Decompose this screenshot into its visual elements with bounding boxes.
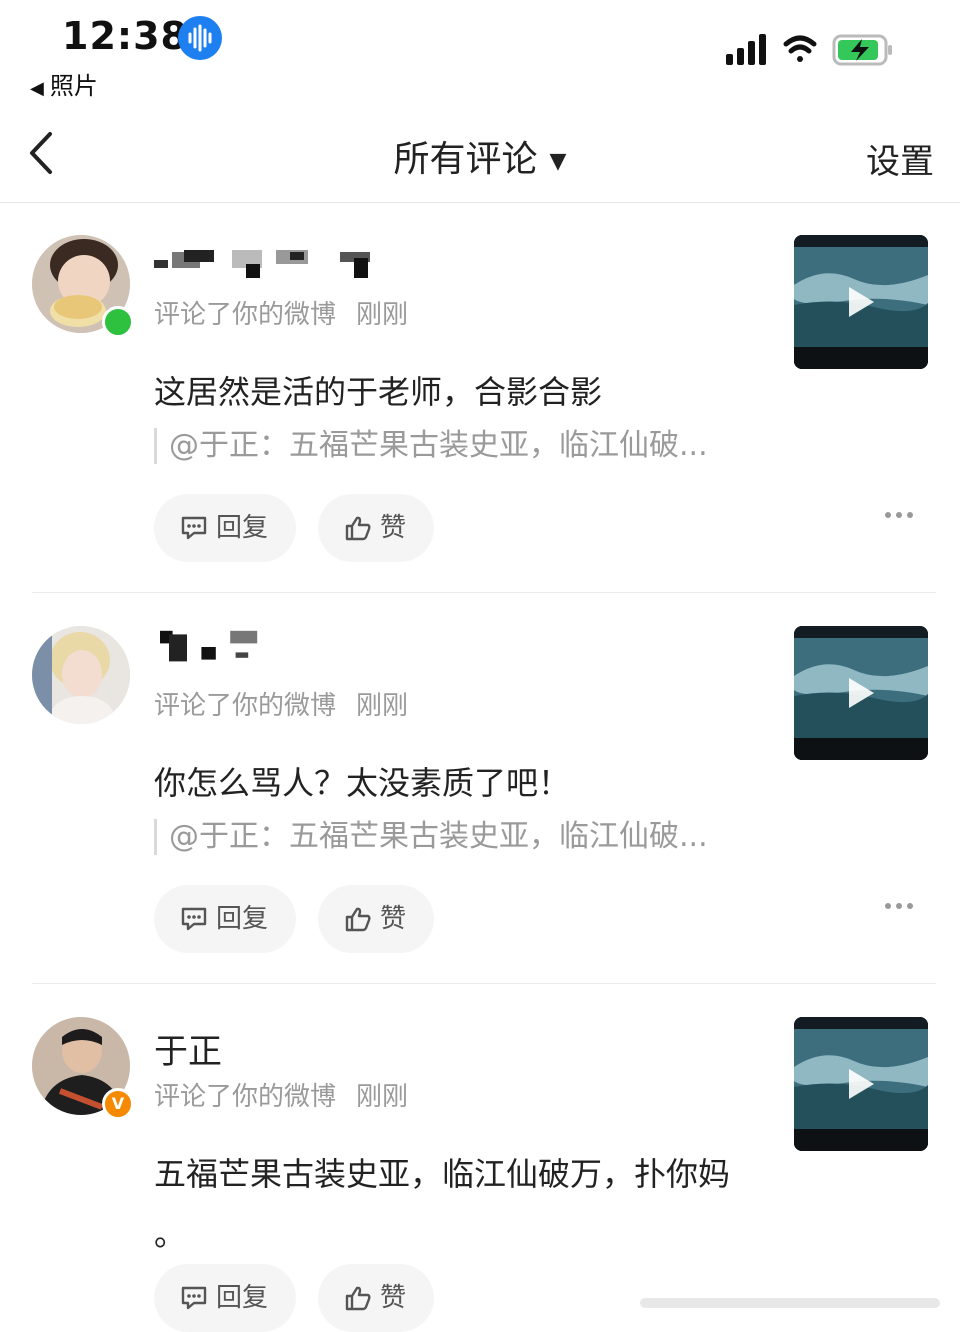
reply-label: 回复: [216, 1283, 269, 1313]
comment-filter-dropdown[interactable]: 所有评论 ▼: [0, 130, 960, 182]
comment-text-line: 。: [154, 1215, 187, 1253]
like-label: 赞: [380, 904, 407, 934]
video-thumbnail[interactable]: [794, 1017, 928, 1151]
comment-item: V 于正 评论了你的微博 刚刚 五福芒果古装史亚，临江仙破万，扑你妈 。 回复 赞: [0, 984, 960, 1332]
status-time: 12:38: [62, 14, 188, 58]
comment-bubble-icon: [181, 1286, 207, 1310]
caret-down-icon: ▼: [549, 148, 567, 174]
reply-button[interactable]: 回复: [154, 1264, 296, 1332]
status-bar: 12:38 ◀ 照片: [0, 0, 960, 100]
reply-label: 回复: [216, 513, 269, 543]
comment-bubble-icon: [181, 516, 207, 540]
video-thumbnail[interactable]: [794, 235, 928, 369]
like-button[interactable]: 赞: [318, 1264, 434, 1332]
verified-badge: V: [102, 1088, 134, 1120]
quoted-post[interactable]: @于正：五福芒果古装史亚，临江仙破...: [154, 819, 708, 855]
obscured-username: [160, 630, 258, 662]
avatar[interactable]: [32, 626, 130, 724]
timestamp: 刚刚: [356, 300, 409, 330]
thumbs-up-icon: [345, 1286, 371, 1311]
page-title: 所有评论: [393, 139, 538, 180]
comment-item: 评论了你的微博 刚刚 你怎么骂人？太没素质了吧！ @于正：五福芒果古装史亚，临江仙…: [0, 593, 960, 984]
reply-button[interactable]: 回复: [154, 885, 296, 953]
comment-item: 评论了你的微博 刚刚 这居然是活的于老师，合影合影 @于正：五福芒果古装史亚，临江…: [0, 202, 960, 593]
action-text: 评论了你的微博: [154, 691, 337, 721]
comment-text: 五福芒果古装史亚，临江仙破万，扑你妈 。: [154, 1144, 774, 1264]
back-triangle-icon: ◀: [30, 78, 44, 99]
action-text: 评论了你的微博: [154, 300, 337, 330]
comment-meta: 评论了你的微博 刚刚: [154, 294, 408, 331]
obscured-username: [154, 250, 370, 278]
thumbs-up-icon: [345, 516, 371, 541]
reply-button[interactable]: 回复: [154, 494, 296, 562]
settings-button[interactable]: 设置: [866, 134, 934, 183]
nav-bar: 所有评论 ▼ 设置: [0, 100, 960, 203]
online-status-badge: [102, 306, 134, 338]
comment-meta: 评论了你的微博 刚刚: [154, 1076, 408, 1113]
quoted-post[interactable]: @于正：五福芒果古装史亚，临江仙破...: [154, 428, 708, 464]
video-thumbnail[interactable]: [794, 626, 928, 760]
siri-waveform-icon: [178, 16, 222, 60]
more-options-icon[interactable]: [884, 510, 914, 520]
comment-bubble-icon: [181, 907, 207, 931]
wifi-icon: [783, 35, 817, 62]
like-button[interactable]: 赞: [318, 885, 434, 953]
home-indicator: [640, 1298, 940, 1308]
username[interactable]: 于正: [154, 1024, 222, 1072]
like-label: 赞: [380, 1283, 407, 1313]
like-button[interactable]: 赞: [318, 494, 434, 562]
status-indicators: [724, 30, 904, 70]
battery-charging-icon: [832, 34, 892, 66]
back-app-label: 照片: [49, 72, 98, 100]
like-label: 赞: [380, 513, 407, 543]
timestamp: 刚刚: [356, 1082, 409, 1112]
cellular-signal-icon: [726, 34, 766, 65]
comment-text: 你怎么骂人？太没素质了吧！: [154, 764, 571, 802]
more-options-icon[interactable]: [884, 901, 914, 911]
back-to-app-link[interactable]: ◀ 照片: [30, 66, 98, 101]
comment-text: 这居然是活的于老师，合影合影: [154, 373, 603, 411]
comment-meta: 评论了你的微博 刚刚: [154, 685, 408, 722]
reply-label: 回复: [216, 904, 269, 934]
timestamp: 刚刚: [356, 691, 409, 721]
comment-text-line: 五福芒果古装史亚，临江仙破万，扑你妈: [154, 1155, 731, 1193]
thumbs-up-icon: [345, 907, 371, 932]
action-text: 评论了你的微博: [154, 1082, 337, 1112]
